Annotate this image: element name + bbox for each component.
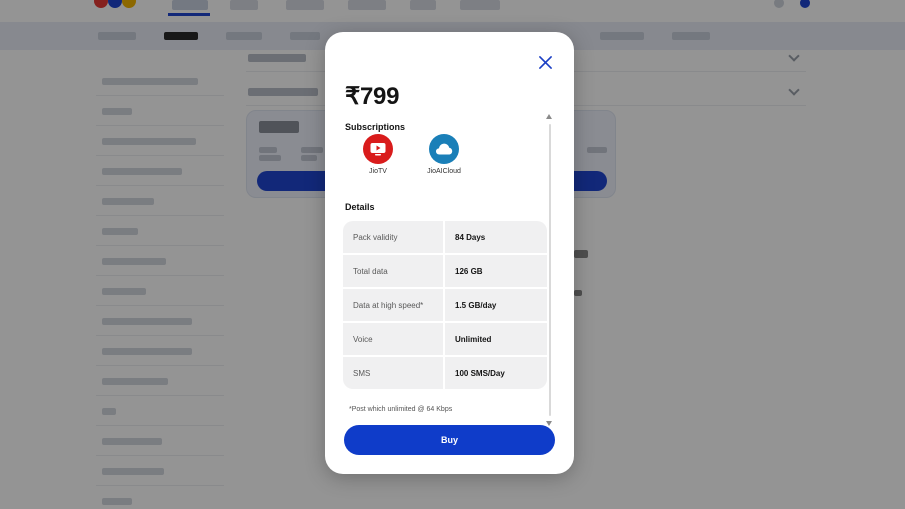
details-value: 1.5 GB/day — [445, 289, 547, 321]
details-key: Voice — [343, 323, 443, 355]
jioaicloud-icon — [429, 134, 459, 164]
subscription-label: JioTV — [369, 168, 387, 175]
details-key: Pack validity — [343, 221, 443, 253]
scroll-up-icon[interactable] — [546, 114, 552, 119]
details-key: Data at high speed* — [343, 289, 443, 321]
details-key: SMS — [343, 357, 443, 389]
details-title: Details — [345, 202, 375, 212]
subscription-label: JioAICloud — [427, 168, 461, 175]
close-icon — [538, 55, 552, 69]
details-value: 84 Days — [445, 221, 547, 253]
plan-details-modal: ₹799 Subscriptions JioTV JioAICloud Deta… — [325, 32, 574, 474]
footnote: *Post which unlimited @ 64 Kbps — [349, 406, 453, 413]
details-key: Total data — [343, 255, 443, 287]
details-table: Pack validity 84 Days Total data 126 GB … — [343, 221, 547, 389]
scrollbar[interactable] — [546, 114, 554, 426]
plan-price: ₹799 — [345, 83, 400, 110]
details-row: Pack validity 84 Days — [343, 221, 547, 253]
details-row: Total data 126 GB — [343, 255, 547, 287]
close-button[interactable] — [535, 52, 555, 72]
details-row: Data at high speed* 1.5 GB/day — [343, 289, 547, 321]
details-row: SMS 100 SMS/Day — [343, 357, 547, 389]
subscription-item-jioaicloud[interactable]: JioAICloud — [409, 134, 479, 175]
subscriptions-title: Subscriptions — [345, 122, 406, 132]
jiotv-icon — [363, 134, 393, 164]
scrollbar-thumb[interactable] — [549, 124, 551, 416]
subscription-item-jiotv[interactable]: JioTV — [343, 134, 413, 175]
plan-details-scroll-area[interactable]: Subscriptions JioTV JioAICloud Details P… — [343, 116, 551, 424]
buy-button[interactable]: Buy — [344, 425, 555, 455]
details-value: 100 SMS/Day — [445, 357, 547, 389]
details-row: Voice Unlimited — [343, 323, 547, 355]
scroll-down-icon[interactable] — [546, 421, 552, 426]
details-value: Unlimited — [445, 323, 547, 355]
details-value: 126 GB — [445, 255, 547, 287]
